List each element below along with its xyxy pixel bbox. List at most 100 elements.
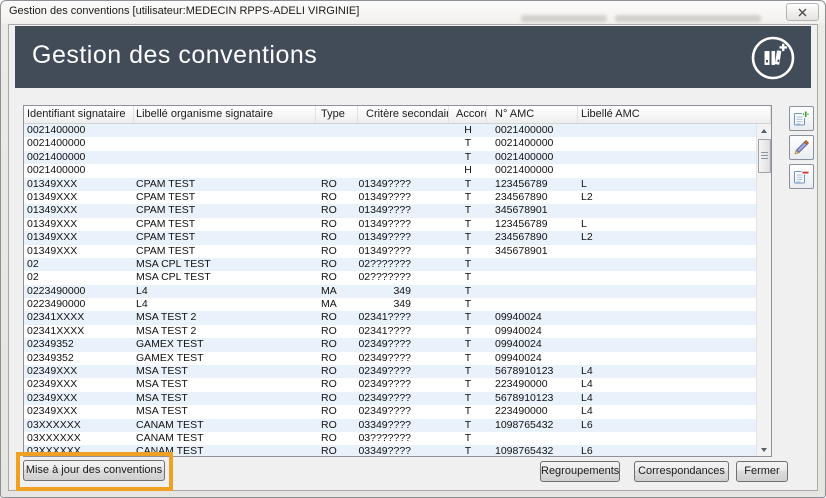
- regroupements-button[interactable]: Regroupements: [540, 461, 620, 482]
- table-row[interactable]: 02MSA CPL TESTRO02???????T: [24, 258, 757, 271]
- column-header[interactable]: Critère secondaire: [358, 106, 449, 123]
- table-cell: [358, 151, 449, 164]
- scroll-down-button[interactable]: [757, 443, 771, 456]
- table-cell: MSA TEST 2: [134, 311, 316, 324]
- table-row[interactable]: 0021400000H0021400000: [24, 164, 757, 177]
- table-cell: RO: [316, 218, 358, 231]
- table-cell: T: [449, 338, 487, 351]
- table-cell: [134, 124, 316, 137]
- table-cell: 345678901: [487, 245, 578, 258]
- table-cell: T: [449, 178, 487, 191]
- table-cell: 02???????: [358, 258, 449, 271]
- table-cell: 234567890: [487, 191, 578, 204]
- table-cell: 5678910123: [487, 365, 578, 378]
- window-close-button[interactable]: [786, 3, 819, 21]
- table-cell: [487, 271, 578, 284]
- table-cell: RO: [316, 178, 358, 191]
- table-cell: 02341XXXX: [24, 311, 134, 324]
- table-cell: [578, 352, 757, 365]
- table-row[interactable]: 03XXXXXXCANAM TESTRO03???????T: [24, 432, 757, 445]
- table-cell: 01349XXX: [24, 245, 134, 258]
- table-cell: L4: [134, 285, 316, 298]
- table-cell: 01349XXX: [24, 231, 134, 244]
- edit-convention-button[interactable]: [789, 135, 814, 160]
- table-row[interactable]: 03XXXXXXCANAM TESTRO03349????T1098765432…: [24, 419, 757, 432]
- table-cell: [578, 204, 757, 217]
- table-cell: 02349????: [358, 378, 449, 391]
- scrollbar-thumb[interactable]: [758, 139, 771, 173]
- table-row[interactable]: 02349XXXMSA TESTRO02349????T5678910123L4: [24, 392, 757, 405]
- column-header[interactable]: Identifiant signataire: [24, 106, 134, 123]
- table-cell: [316, 151, 358, 164]
- table-row[interactable]: 0021400000T0021400000: [24, 151, 757, 164]
- table-cell: [358, 137, 449, 150]
- table-cell: RO: [316, 258, 358, 271]
- table-cell: RO: [316, 311, 358, 324]
- table-cell: RO: [316, 432, 358, 445]
- table-row[interactable]: 02349352GAMEX TESTRO02349????T09940024: [24, 352, 757, 365]
- table-cell: 09940024: [487, 338, 578, 351]
- table-cell: RO: [316, 392, 358, 405]
- table-cell: MSA TEST: [134, 378, 316, 391]
- table-cell: 0021400000: [487, 137, 578, 150]
- table-row[interactable]: 01349XXXCPAM TESTRO01349????T123456789L: [24, 178, 757, 191]
- table-row[interactable]: 01349XXXCPAM TESTRO01349????T345678901: [24, 245, 757, 258]
- table-row[interactable]: 0223490000L4MA349T: [24, 298, 757, 311]
- table-cell: 02349????: [358, 365, 449, 378]
- table-row[interactable]: 01349XXXCPAM TESTRO01349????T234567890L2: [24, 191, 757, 204]
- binders-plus-icon: [749, 34, 797, 82]
- column-header[interactable]: Libellé AMC: [578, 106, 771, 123]
- table-cell: [487, 258, 578, 271]
- conventions-table-body: 0021400000H00214000000021400000T00214000…: [24, 124, 757, 456]
- table-row[interactable]: 02349XXXMSA TESTRO02349????T5678910123L4: [24, 365, 757, 378]
- table-row[interactable]: 02MSA CPL TESTRO02???????T: [24, 271, 757, 284]
- table-row[interactable]: 0021400000T0021400000: [24, 137, 757, 150]
- table-cell: [578, 258, 757, 271]
- table-cell: L4: [578, 392, 757, 405]
- table-cell: 03349????: [358, 419, 449, 432]
- table-cell: L: [578, 218, 757, 231]
- table-cell: CPAM TEST: [134, 178, 316, 191]
- table-cell: 1098765432: [487, 445, 578, 456]
- table-row[interactable]: 01349XXXCPAM TESTRO01349????T123456789L: [24, 218, 757, 231]
- delete-convention-button[interactable]: [789, 164, 814, 189]
- table-cell: T: [449, 191, 487, 204]
- column-header[interactable]: Libellé organisme signataire: [134, 106, 316, 123]
- delete-row-icon: [793, 168, 810, 185]
- table-cell: MA: [316, 285, 358, 298]
- column-header[interactable]: Accord: [449, 106, 487, 123]
- add-convention-button[interactable]: [789, 106, 814, 131]
- table-cell: MSA CPL TEST: [134, 271, 316, 284]
- close-dialog-button[interactable]: Fermer: [736, 461, 788, 482]
- table-header-row: Identifiant signataireLibellé organisme …: [24, 106, 771, 124]
- table-cell: 02: [24, 271, 134, 284]
- correspondances-button[interactable]: Correspondances: [634, 461, 729, 482]
- table-cell: 02349352: [24, 338, 134, 351]
- table-cell: T: [449, 405, 487, 418]
- close-icon: [798, 8, 807, 17]
- table-cell: 01349XXX: [24, 178, 134, 191]
- table-cell: [358, 164, 449, 177]
- table-cell: MSA TEST 2: [134, 325, 316, 338]
- table-cell: T: [449, 352, 487, 365]
- table-cell: 345678901: [487, 204, 578, 217]
- table-row[interactable]: 02349XXXMSA TESTRO02349????T223490000L4: [24, 405, 757, 418]
- table-row[interactable]: 01349XXXCPAM TESTRO01349????T345678901: [24, 204, 757, 217]
- table-row[interactable]: 0021400000H0021400000: [24, 124, 757, 137]
- table-row[interactable]: 02349XXXMSA TESTRO02349????T223490000L4: [24, 378, 757, 391]
- vertical-scrollbar[interactable]: [756, 124, 771, 456]
- update-conventions-button[interactable]: Mise à jour des conventions: [23, 460, 165, 481]
- column-header[interactable]: Type: [316, 106, 358, 123]
- title-bar[interactable]: Gestion des conventions [utilisateur:MED…: [1, 1, 825, 24]
- table-cell: 123456789: [487, 218, 578, 231]
- table-row[interactable]: 02341XXXXMSA TEST 2RO02341????T09940024: [24, 311, 757, 324]
- table-row[interactable]: 02349352GAMEX TESTRO02349????T09940024: [24, 338, 757, 351]
- table-cell: T: [449, 231, 487, 244]
- scroll-up-button[interactable]: [757, 124, 771, 137]
- table-row[interactable]: 01349XXXCPAM TESTRO01349????T234567890L2: [24, 231, 757, 244]
- table-row[interactable]: 0223490000L4MA349T: [24, 285, 757, 298]
- table-cell: T: [449, 445, 487, 456]
- column-header[interactable]: N° AMC: [487, 106, 578, 123]
- table-cell: MSA TEST: [134, 365, 316, 378]
- table-row[interactable]: 02341XXXXMSA TEST 2RO02341????T09940024: [24, 325, 757, 338]
